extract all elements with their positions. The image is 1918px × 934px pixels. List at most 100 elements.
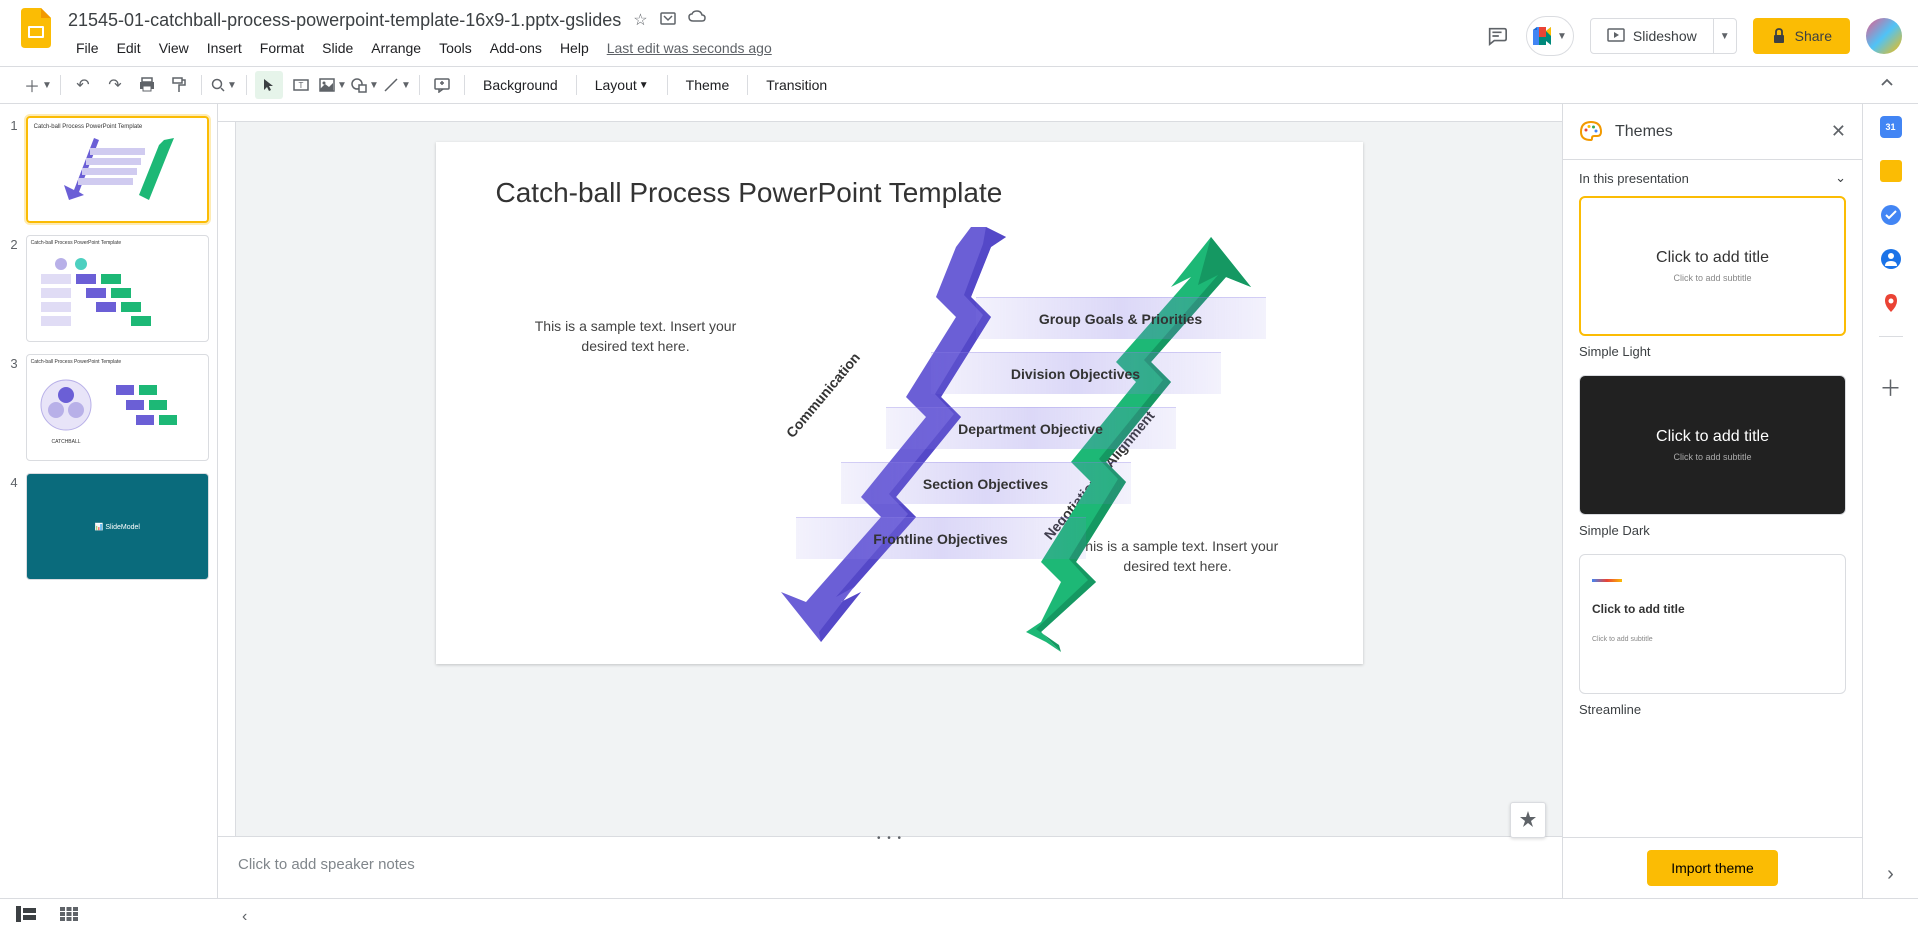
hide-menus-button[interactable] bbox=[1880, 76, 1894, 95]
thumb-number: 3 bbox=[8, 354, 18, 461]
svg-text:CATCHBALL: CATCHBALL bbox=[51, 439, 80, 445]
slideshow-dropdown[interactable]: ▼ bbox=[1713, 19, 1736, 53]
menu-view[interactable]: View bbox=[151, 36, 197, 60]
menu-addons[interactable]: Add-ons bbox=[482, 36, 550, 60]
menu-insert[interactable]: Insert bbox=[199, 36, 250, 60]
zoom-button[interactable]: ▼ bbox=[210, 71, 238, 99]
last-edit-link[interactable]: Last edit was seconds ago bbox=[607, 40, 772, 56]
slide-thumb-3[interactable]: Catch-ball Process PowerPoint Template C… bbox=[26, 354, 209, 461]
line-tool[interactable]: ▼ bbox=[383, 71, 411, 99]
move-icon[interactable] bbox=[660, 10, 676, 31]
star-icon[interactable]: ☆ bbox=[633, 10, 647, 31]
slide-thumb-4[interactable]: 📊 SlideModel bbox=[26, 473, 209, 580]
slide-title: Catch-ball Process PowerPoint Template bbox=[496, 177, 1003, 209]
comments-icon[interactable] bbox=[1484, 23, 1510, 49]
menu-tools[interactable]: Tools bbox=[431, 36, 480, 60]
meet-icon bbox=[1533, 27, 1555, 45]
theme-streamline[interactable]: Click to add title Click to add subtitle bbox=[1579, 554, 1846, 694]
explore-button[interactable] bbox=[1510, 802, 1546, 838]
present-icon bbox=[1607, 27, 1625, 45]
footer: ‹ bbox=[0, 898, 1918, 934]
caret-down-icon: ▼ bbox=[1557, 31, 1567, 42]
theme-card-title: Click to add title bbox=[1656, 249, 1769, 267]
shape-tool[interactable]: ▼ bbox=[351, 71, 379, 99]
slideshow-label: Slideshow bbox=[1633, 28, 1697, 44]
slideshow-button[interactable]: Slideshow bbox=[1591, 19, 1713, 53]
image-tool[interactable]: ▼ bbox=[319, 71, 347, 99]
rung-4: Section Objectives bbox=[841, 462, 1131, 504]
thumb-number: 2 bbox=[8, 235, 18, 342]
notes-splitter[interactable] bbox=[218, 836, 1562, 844]
share-label: Share bbox=[1795, 28, 1832, 44]
chevron-down-icon: ⌄ bbox=[1835, 170, 1846, 186]
slides-logo[interactable] bbox=[16, 8, 56, 48]
menu-file[interactable]: File bbox=[68, 36, 107, 60]
theme-name: Simple Light bbox=[1579, 344, 1846, 359]
themes-list: Click to add title Click to add subtitle… bbox=[1563, 196, 1862, 837]
paint-format-button[interactable] bbox=[165, 71, 193, 99]
tasks-icon[interactable] bbox=[1880, 204, 1902, 226]
thumb-number: 1 bbox=[8, 116, 18, 223]
explore-icon bbox=[1518, 810, 1538, 830]
filmstrip: 1 Catch-ball Process PowerPoint Template… bbox=[0, 104, 218, 898]
menu-slide[interactable]: Slide bbox=[314, 36, 361, 60]
grid-view-button[interactable] bbox=[60, 907, 78, 926]
lock-icon bbox=[1771, 28, 1787, 44]
doc-title[interactable]: 21545-01-catchball-process-powerpoint-te… bbox=[68, 10, 621, 31]
slide-thumb-2[interactable]: Catch-ball Process PowerPoint Template bbox=[26, 235, 209, 342]
print-button[interactable] bbox=[133, 71, 161, 99]
user-avatar[interactable] bbox=[1866, 18, 1902, 54]
theme-simple-dark[interactable]: Click to add title Click to add subtitle bbox=[1579, 375, 1846, 515]
thumb-number: 4 bbox=[8, 473, 18, 580]
rung-1: Group Goals & Priorities bbox=[976, 297, 1266, 339]
side-panel: 31 ＋ › bbox=[1862, 104, 1918, 898]
meet-button[interactable]: ▼ bbox=[1526, 16, 1574, 56]
add-addon-button[interactable]: ＋ bbox=[1879, 371, 1901, 403]
theme-name: Simple Dark bbox=[1579, 523, 1846, 538]
menu-arrange[interactable]: Arrange bbox=[363, 36, 429, 60]
undo-button[interactable]: ↶ bbox=[69, 71, 97, 99]
theme-card-sub: Click to add subtitle bbox=[1673, 452, 1751, 462]
theme-card-title: Click to add title bbox=[1592, 602, 1685, 616]
comment-tool[interactable] bbox=[428, 71, 456, 99]
toolbar: ＋▼ ↶ ↷ ▼ T ▼ ▼ ▼ Background Layout▼ Them… bbox=[0, 66, 1918, 104]
layout-button[interactable]: Layout▼ bbox=[585, 71, 659, 99]
select-tool[interactable] bbox=[255, 71, 283, 99]
themes-section-toggle[interactable]: In this presentation ⌄ bbox=[1563, 160, 1862, 196]
svg-text:T: T bbox=[299, 81, 304, 90]
close-icon[interactable]: ✕ bbox=[1831, 121, 1846, 142]
rung-3: Department Objective bbox=[886, 407, 1176, 449]
theme-simple-light[interactable]: Click to add title Click to add subtitle bbox=[1579, 196, 1846, 336]
import-theme-button[interactable]: Import theme bbox=[1647, 850, 1777, 886]
palette-icon bbox=[1579, 120, 1603, 144]
maps-icon[interactable] bbox=[1880, 292, 1902, 314]
filmstrip-collapse-button[interactable]: ‹ bbox=[242, 908, 247, 926]
redo-button[interactable]: ↷ bbox=[101, 71, 129, 99]
slide-canvas[interactable]: Catch-ball Process PowerPoint Template T… bbox=[436, 142, 1363, 664]
calendar-icon[interactable]: 31 bbox=[1880, 116, 1902, 138]
contacts-icon[interactable] bbox=[1880, 248, 1902, 270]
filmstrip-view-button[interactable] bbox=[16, 906, 36, 927]
transition-button[interactable]: Transition bbox=[756, 71, 837, 99]
themes-panel: Themes ✕ In this presentation ⌄ Click to… bbox=[1562, 104, 1862, 898]
themes-title: Themes bbox=[1615, 123, 1819, 141]
rung-5: Frontline Objectives bbox=[796, 517, 1086, 559]
speaker-notes[interactable]: Click to add speaker notes bbox=[218, 844, 1562, 898]
cloud-icon[interactable] bbox=[688, 10, 706, 31]
title-area: 21545-01-catchball-process-powerpoint-te… bbox=[68, 8, 1484, 60]
theme-name: Streamline bbox=[1579, 702, 1846, 717]
textbox-tool[interactable]: T bbox=[287, 71, 315, 99]
theme-button[interactable]: Theme bbox=[676, 71, 740, 99]
themes-section-label: In this presentation bbox=[1579, 171, 1689, 186]
menu-edit[interactable]: Edit bbox=[109, 36, 149, 60]
share-button[interactable]: Share bbox=[1753, 18, 1850, 54]
background-button[interactable]: Background bbox=[473, 71, 568, 99]
keep-icon[interactable] bbox=[1880, 160, 1902, 182]
new-slide-button[interactable]: ＋▼ bbox=[24, 71, 52, 99]
ruler-horizontal bbox=[218, 104, 1562, 122]
menu-help[interactable]: Help bbox=[552, 36, 597, 60]
sample-text-left: This is a sample text. Insert your desir… bbox=[511, 317, 761, 356]
menu-format[interactable]: Format bbox=[252, 36, 312, 60]
slide-thumb-1[interactable]: Catch-ball Process PowerPoint Template bbox=[26, 116, 209, 223]
side-collapse-button[interactable]: › bbox=[1887, 863, 1894, 886]
